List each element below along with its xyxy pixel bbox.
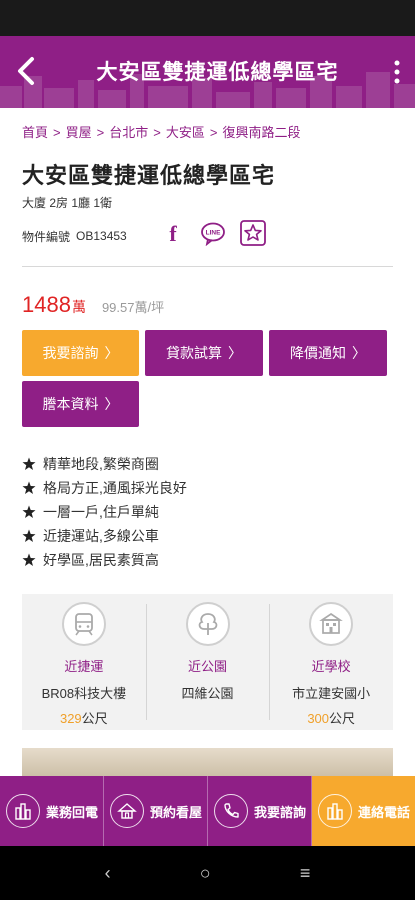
share-icons: f LINE (160, 220, 266, 246)
distance-unit: 公尺 (81, 711, 108, 726)
nearby-school-distance: 300公尺 (307, 708, 355, 727)
feature-item: 好學區,居民素質高 (22, 548, 187, 572)
school-building-icon (309, 602, 354, 646)
callback-button[interactable]: 業務回電 (0, 776, 104, 846)
nearby-park: 近公園 四維公園 (145, 594, 270, 730)
header-title: 大安區雙捷運低總學區宅 (96, 61, 339, 84)
star-bullet-icon (22, 457, 36, 470)
line-share-icon[interactable]: LINE (200, 220, 226, 246)
nearby-school: 近學校 市立建安國小 300公尺 (269, 594, 393, 730)
park-tree-icon (185, 602, 230, 646)
house-icon (110, 794, 144, 828)
breadcrumb-road[interactable]: 復興南路二段 (222, 125, 300, 140)
star-bullet-icon (22, 553, 36, 566)
distance-value: 329 (59, 711, 82, 726)
star-bullet-icon (22, 481, 36, 494)
house-spec: 大廈 2房 1廳 1衛 (22, 196, 113, 210)
loan-calculator-button[interactable]: 貸款試算〉 (145, 330, 263, 376)
nearby-park-title: 近公園 (188, 659, 228, 674)
star-bullet-icon (22, 505, 36, 518)
android-navigation-bar: ‹ ○ ≡ (0, 846, 415, 900)
total-price-unit: 萬 (71, 299, 86, 315)
back-arrow-icon[interactable] (10, 54, 44, 88)
nearby-park-name: 四維公園 (181, 686, 234, 701)
phone-icon (214, 794, 248, 828)
book-viewing-button[interactable]: 預約看屋 (104, 776, 208, 846)
breadcrumb-separator: > (53, 125, 61, 140)
breadcrumb-separator: > (96, 125, 105, 140)
section-divider (22, 266, 393, 267)
nearby-metro-name: BR08科技大樓 (41, 686, 127, 701)
feature-text: 近捷運站,多線公車 (43, 528, 159, 544)
inquire-button[interactable]: 我要諮詢〉 (22, 330, 139, 376)
more-vertical-icon[interactable] (389, 58, 405, 86)
city-building-icon (6, 794, 40, 828)
feature-item: 精華地段,繁榮商圈 (22, 452, 187, 476)
feature-list: 精華地段,繁榮商圈 格局方正,通風採光良好 一層一戶,住戶單純 近捷運站,多線公… (22, 452, 187, 572)
feature-text: 格局方正,通風採光良好 (43, 480, 187, 496)
feature-item: 一層一戶,住戶單純 (22, 500, 187, 524)
transcript-label: 謄本資料 (42, 396, 99, 412)
nav-back-icon[interactable]: ‹ (105, 863, 111, 884)
chevron-right-icon: 〉 (352, 345, 366, 361)
callback-label: 業務回電 (46, 804, 99, 820)
price-row: 1488 萬 99.57萬/坪 (22, 292, 164, 318)
chevron-right-icon: 〉 (104, 345, 119, 361)
nearby-school-title: 近學校 (311, 659, 351, 674)
consult-label: 我要諮詢 (254, 804, 307, 820)
nav-recent-apps-icon[interactable]: ≡ (300, 863, 311, 884)
nearby-metro-distance: 329公尺 (60, 708, 108, 727)
unit-price: 99.57萬/坪 (101, 300, 165, 315)
nearby-school-name: 市立建安國小 (292, 686, 371, 701)
feature-text: 一層一戶,住戶單純 (43, 504, 159, 520)
nearby-metro-title: 近捷運 (64, 659, 104, 674)
inquire-button-label: 我要諮詢 (42, 345, 99, 361)
object-number-row: 物件編號 OB13453 (22, 222, 127, 250)
contact-phone-label: 連絡電話 (358, 804, 411, 820)
favorite-star-icon[interactable] (240, 220, 266, 246)
breadcrumb-home[interactable]: 首頁 (22, 125, 48, 140)
breadcrumb-separator: > (209, 125, 218, 140)
price-alert-button[interactable]: 降價通知〉 (269, 330, 387, 376)
book-viewing-label: 預約看屋 (150, 804, 203, 820)
star-bullet-icon (22, 529, 36, 542)
object-number: OB13453 (76, 229, 127, 243)
feature-text: 好學區,居民素質高 (43, 552, 159, 568)
object-number-label: 物件編號 (22, 229, 71, 244)
nearby-panel: 近捷運 BR08科技大樓 329公尺 近公園 四維公園 近學校 市立建安國小 3… (22, 594, 393, 730)
line-share-label: LINE (206, 230, 221, 237)
bottom-action-bar: 業務回電 預約看屋 我要諮詢 連絡電話 (0, 776, 415, 846)
breadcrumb: 首頁 > 買屋 > 台北市 > 大安區 > 復興南路二段 (22, 122, 300, 141)
breadcrumb-buy[interactable]: 買屋 (66, 125, 92, 140)
listing-photo[interactable] (22, 748, 393, 778)
nav-home-icon[interactable]: ○ (200, 863, 211, 884)
metro-icon (61, 602, 106, 646)
transcript-button[interactable]: 謄本資料〉 (22, 381, 139, 427)
breadcrumb-district[interactable]: 大安區 (166, 125, 205, 140)
chevron-right-icon: 〉 (104, 396, 119, 412)
breadcrumb-city[interactable]: 台北市 (109, 125, 148, 140)
loan-calculator-label: 貸款試算 (166, 345, 222, 361)
distance-unit: 公尺 (329, 711, 356, 726)
consult-button[interactable]: 我要諮詢 (208, 776, 312, 846)
feature-item: 格局方正,通風採光良好 (22, 476, 187, 500)
app-header: 大安區雙捷運低總學區宅 (0, 36, 415, 108)
distance-value: 300 (307, 711, 330, 726)
feature-item: 近捷運站,多線公車 (22, 524, 187, 548)
nearby-metro: 近捷運 BR08科技大樓 329公尺 (22, 594, 146, 730)
status-bar (0, 0, 415, 36)
contact-phone-button[interactable]: 連絡電話 (312, 776, 415, 846)
price-alert-label: 降價通知 (290, 345, 346, 361)
total-price: 1488 (22, 292, 71, 317)
breadcrumb-separator: > (153, 125, 161, 140)
facebook-share-label: f (169, 221, 177, 246)
chevron-right-icon: 〉 (228, 345, 242, 361)
city-building-icon (318, 794, 352, 828)
listing-title: 大安區雙捷運低總學區宅 (22, 163, 276, 188)
feature-text: 精華地段,繁榮商圈 (43, 456, 159, 472)
facebook-share-icon[interactable]: f (160, 220, 186, 246)
